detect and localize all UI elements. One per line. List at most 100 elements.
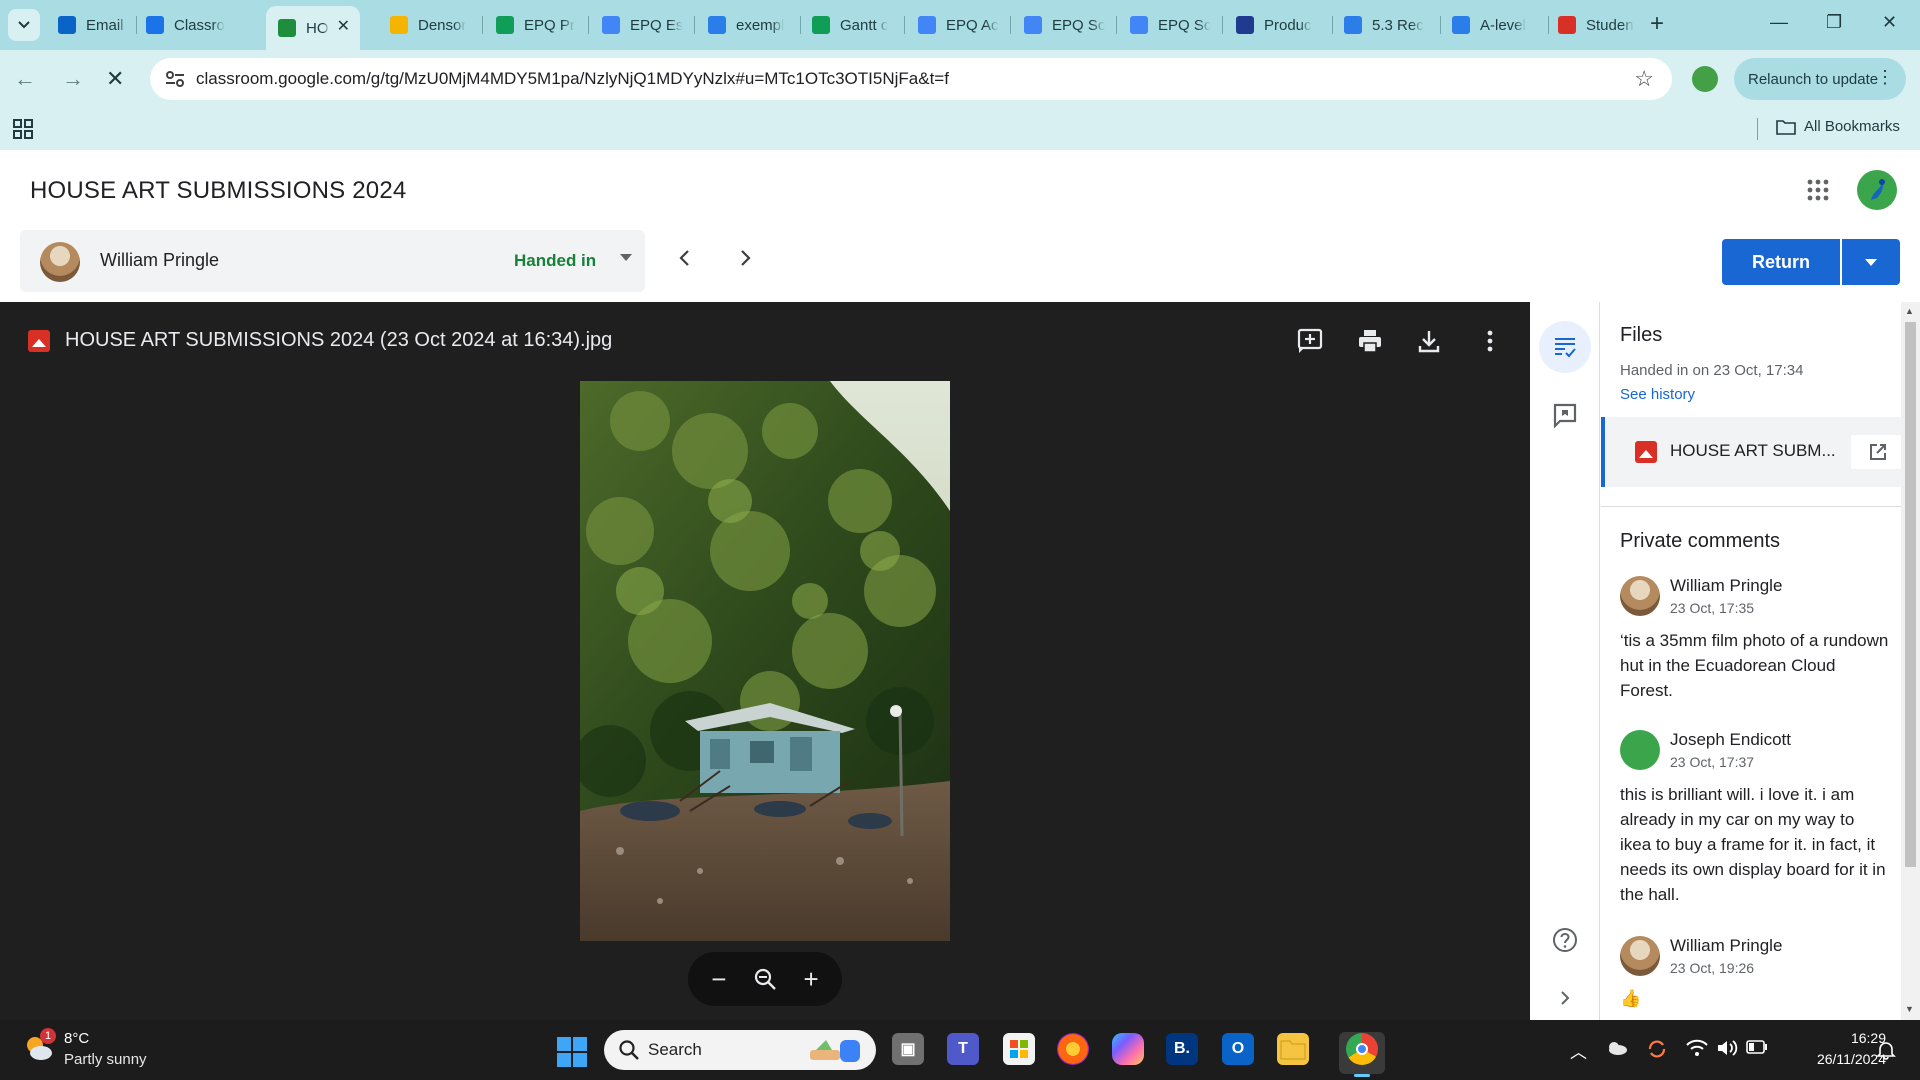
- minimize-icon[interactable]: —: [1770, 12, 1788, 33]
- open-in-new-icon: [1870, 444, 1886, 460]
- browser-tab[interactable]: exempl: [696, 6, 792, 44]
- return-options-dropdown[interactable]: [1842, 239, 1900, 285]
- wifi-icon[interactable]: [1686, 1038, 1708, 1058]
- weather-condition[interactable]: Partly sunny: [64, 1051, 147, 1068]
- apps-shortcut-icon[interactable]: [12, 118, 34, 140]
- teams-icon[interactable]: T: [947, 1033, 979, 1065]
- clock-date[interactable]: 26/11/2024: [1796, 1051, 1886, 1067]
- windows-taskbar: 1 8°C Partly sunny Search ▣ T B. O ︿ 16:…: [0, 1020, 1920, 1080]
- booking-b-icon[interactable]: B.: [1166, 1033, 1198, 1065]
- windows-start-icon[interactable]: [557, 1037, 587, 1067]
- site-settings-icon[interactable]: [164, 68, 186, 90]
- zoom-in-icon[interactable]: +: [804, 964, 819, 995]
- add-comment-icon[interactable]: [1296, 327, 1324, 355]
- docs-icon: [602, 16, 620, 34]
- tab-separator: [482, 16, 483, 34]
- task-view-icon[interactable]: ▣: [892, 1033, 924, 1065]
- copilot-icon[interactable]: [1112, 1033, 1144, 1065]
- comments-tab-button[interactable]: [1539, 389, 1591, 441]
- sync-icon[interactable]: [1646, 1038, 1668, 1060]
- tab-title: Email -: [86, 16, 128, 34]
- google-apps-icon[interactable]: [1806, 178, 1830, 202]
- tab-title: Classro: [174, 16, 225, 34]
- outlook-icon[interactable]: O: [1222, 1033, 1254, 1065]
- tab-title: A-level: [1480, 16, 1526, 34]
- active-app-indicator: [1354, 1074, 1370, 1077]
- panel-scrollbar[interactable]: ▲ ▼: [1901, 302, 1920, 1020]
- restore-icon[interactable]: ❐: [1826, 12, 1842, 33]
- profile-avatar[interactable]: [1692, 66, 1718, 92]
- open-in-new-button[interactable]: [1851, 435, 1901, 469]
- browser-tab[interactable]: EPQ Ac: [906, 6, 1002, 44]
- close-window-icon[interactable]: ✕: [1882, 12, 1897, 33]
- volume-icon[interactable]: [1716, 1038, 1738, 1058]
- browser-tab[interactable]: HO ✕: [266, 6, 360, 50]
- browser-tab[interactable]: Gantt c: [800, 6, 896, 44]
- return-button[interactable]: Return: [1722, 239, 1840, 285]
- scroll-up-icon[interactable]: ▲: [1905, 306, 1914, 316]
- pinterest-icon: [708, 16, 726, 34]
- zoom-reset-icon[interactable]: [753, 967, 777, 991]
- tab-search-button[interactable]: [8, 9, 40, 41]
- comment-avatar: [1620, 730, 1660, 770]
- files-tab-button[interactable]: [1539, 321, 1591, 373]
- scrollbar-thumb[interactable]: [1905, 322, 1916, 867]
- scroll-down-icon[interactable]: ▼: [1905, 1004, 1914, 1014]
- store-icon[interactable]: [1003, 1033, 1035, 1065]
- new-tab-button[interactable]: +: [1650, 10, 1664, 38]
- battery-icon[interactable]: [1746, 1040, 1768, 1054]
- help-button[interactable]: [1539, 914, 1591, 966]
- chevron-left-icon: [679, 250, 689, 266]
- print-icon[interactable]: [1356, 327, 1384, 355]
- address-bar[interactable]: classroom.google.com/g/tg/MzU0MjM4MDY5M1…: [150, 58, 1672, 100]
- firefox-icon[interactable]: [1057, 1033, 1089, 1065]
- attached-file[interactable]: HOUSE ART SUBM...: [1601, 417, 1901, 487]
- browser-tab[interactable]: Classro: [134, 6, 234, 44]
- chevron-right-icon: [1561, 991, 1570, 1005]
- menu-dots-icon[interactable]: ⋮: [1876, 67, 1894, 88]
- taskbar-search[interactable]: Search: [604, 1030, 876, 1070]
- browser-tab[interactable]: EPQ Sc: [1012, 6, 1108, 44]
- zoom-out-icon[interactable]: −: [711, 964, 726, 995]
- forward-icon[interactable]: →: [62, 66, 84, 92]
- more-vert-icon[interactable]: [1476, 327, 1504, 355]
- browser-tab[interactable]: EPQ Es: [590, 6, 686, 44]
- next-student-button[interactable]: [736, 246, 754, 274]
- temperature[interactable]: 8°C: [64, 1030, 89, 1047]
- outlook-icon: [58, 16, 76, 34]
- browser-tab[interactable]: 5.3 Rec: [1332, 6, 1432, 44]
- collapse-panel-button[interactable]: [1539, 972, 1591, 1024]
- browser-tab[interactable]: A-level: [1440, 6, 1540, 44]
- all-bookmarks-button[interactable]: All Bookmarks: [1776, 118, 1900, 135]
- browser-tab[interactable]: Produc: [1224, 6, 1324, 44]
- tab-title: Studen: [1586, 16, 1634, 34]
- download-icon[interactable]: [1415, 327, 1443, 355]
- tab-strip: Email - Classro HO ✕ Densor EPQ Pr EPQ Es exemp…: [0, 0, 1920, 50]
- stop-loading-icon[interactable]: ✕: [106, 66, 124, 92]
- notification-bell-icon[interactable]: [1876, 1040, 1896, 1060]
- onedrive-icon[interactable]: [1606, 1040, 1628, 1056]
- dropdown-caret-icon[interactable]: [620, 254, 632, 261]
- account-avatar[interactable]: [1857, 170, 1897, 210]
- file-explorer-icon[interactable]: [1277, 1033, 1309, 1065]
- browser-tab[interactable]: Studen: [1546, 6, 1642, 44]
- url-text[interactable]: classroom.google.com/g/tg/MzU0MjM4MDY5M1…: [196, 69, 949, 89]
- previous-student-button[interactable]: [676, 246, 694, 274]
- show-hidden-icons-icon[interactable]: ︿: [1570, 1038, 1587, 1063]
- close-tab-icon[interactable]: ✕: [337, 16, 350, 36]
- weather-alert-badge: 1: [40, 1028, 56, 1044]
- browser-tab[interactable]: Email -: [46, 6, 128, 44]
- browser-tab[interactable]: EPQ Pr: [484, 6, 580, 44]
- student-avatar: [40, 242, 80, 282]
- quizlet-icon: [1236, 16, 1254, 34]
- relaunch-button[interactable]: Relaunch to update ⋮: [1734, 58, 1906, 100]
- bookmark-star-icon[interactable]: ☆: [1634, 66, 1654, 92]
- classroom-loading-icon: [278, 19, 296, 37]
- chrome-icon[interactable]: [1346, 1033, 1378, 1065]
- student-selector[interactable]: William Pringle Handed in: [20, 230, 645, 292]
- browser-tab[interactable]: EPQ Sc: [1118, 6, 1214, 44]
- tab-title: HO: [306, 19, 329, 37]
- browser-tab[interactable]: Densor: [378, 6, 474, 44]
- see-history-link[interactable]: See history: [1620, 386, 1695, 403]
- back-icon[interactable]: ←: [14, 66, 36, 92]
